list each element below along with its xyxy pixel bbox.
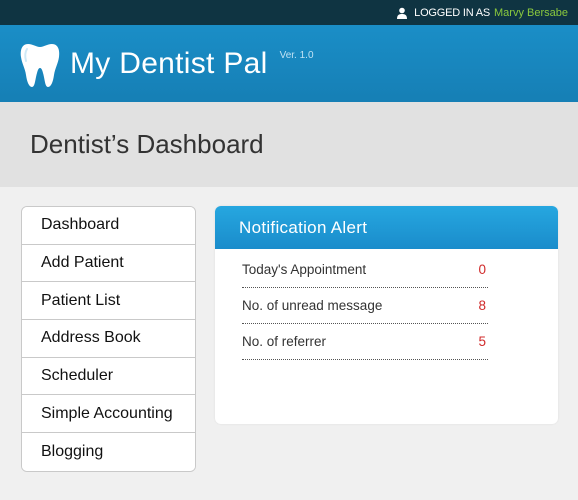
content-area: Dashboard Add Patient Patient List Addre…: [0, 187, 578, 500]
sidebar-item-patient-list[interactable]: Patient List: [22, 282, 195, 321]
version-label: Ver. 1.0: [279, 50, 314, 61]
notification-count: 0: [478, 262, 486, 277]
sidebar-item-scheduler[interactable]: Scheduler: [22, 357, 195, 396]
notification-panel: Notification Alert Today's Appointment 0…: [215, 206, 558, 424]
notification-row-referrer[interactable]: No. of referrer 5: [242, 324, 488, 360]
sidebar-item-blogging[interactable]: Blogging: [22, 433, 195, 471]
tooth-icon[interactable]: [20, 40, 60, 88]
sidebar-item-address-book[interactable]: Address Book: [22, 320, 195, 358]
notification-label: No. of referrer: [242, 334, 327, 349]
notification-row-appointment[interactable]: Today's Appointment 0: [242, 252, 488, 288]
app-title[interactable]: My Dentist Pal: [70, 47, 268, 81]
sidebar-item-dashboard[interactable]: Dashboard: [22, 207, 195, 245]
top-bar: LOGGED IN AS Marvy Bersabe: [0, 0, 578, 25]
sidebar-item-simple-accounting[interactable]: Simple Accounting: [22, 395, 195, 434]
username-link[interactable]: Marvy Bersabe: [494, 7, 568, 19]
notification-count: 8: [478, 298, 486, 313]
sidebar-item-add-patient[interactable]: Add Patient: [22, 244, 195, 283]
notification-header: Notification Alert: [215, 206, 558, 249]
notification-list: Today's Appointment 0 No. of unread mess…: [215, 252, 558, 360]
sidebar-menu: Dashboard Add Patient Patient List Addre…: [21, 206, 196, 472]
notification-label: No. of unread message: [242, 298, 383, 313]
brand-header: My Dentist Pal Ver. 1.0: [0, 25, 578, 102]
notification-label: Today's Appointment: [242, 262, 367, 277]
page-title-bar: Dentist’s Dashboard: [0, 102, 578, 187]
user-icon: [397, 7, 408, 19]
page-title: Dentist’s Dashboard: [30, 129, 264, 159]
logged-in-label: LOGGED IN AS: [414, 6, 491, 19]
notification-count: 5: [478, 334, 486, 349]
notification-row-unread-message[interactable]: No. of unread message 8: [242, 288, 488, 324]
